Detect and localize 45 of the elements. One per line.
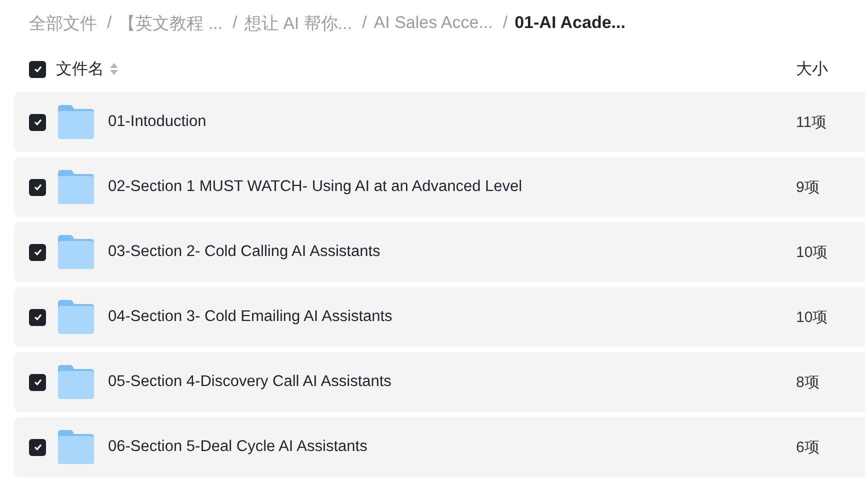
checkbox[interactable] xyxy=(29,60,46,78)
folder-name[interactable]: 03-Section 2- Cold Calling AI Assistants xyxy=(108,243,380,261)
breadcrumb-separator: / xyxy=(502,13,508,33)
breadcrumb-separator: / xyxy=(362,13,367,33)
breadcrumb-separator: / xyxy=(232,13,238,33)
checkbox[interactable] xyxy=(29,374,46,390)
item-count: 10项 xyxy=(796,242,829,262)
checkmark-icon xyxy=(32,377,42,387)
checkbox[interactable] xyxy=(29,308,46,326)
folder-icon xyxy=(58,365,94,399)
folder-name[interactable]: 01-Intoduction xyxy=(108,113,206,131)
item-count: 6项 xyxy=(796,438,820,456)
breadcrumb-link[interactable]: 01-AI Acade... xyxy=(514,13,626,33)
checkmark-icon xyxy=(32,117,42,127)
folder-row[interactable]: 04-Section 3- Cold Emailing AI Assistants 10项 xyxy=(14,287,865,347)
item-count: 10项 xyxy=(796,308,829,326)
folder-row[interactable]: 05-Section 4-Discovery Call AI Assistants 8项 xyxy=(14,352,865,412)
breadcrumb-separator: / xyxy=(107,13,112,33)
item-count: 9项 xyxy=(796,178,820,196)
checkbox[interactable] xyxy=(29,438,46,456)
checkmark-icon xyxy=(32,247,42,257)
folder-icon xyxy=(58,235,94,269)
item-count: 8项 xyxy=(796,372,820,392)
folder-row[interactable]: 06-Section 5-Deal Cycle AI Assistants 6项 xyxy=(14,417,865,477)
checkmark-icon xyxy=(32,442,42,452)
checkmark-icon xyxy=(32,64,42,74)
checkbox[interactable] xyxy=(29,244,46,260)
folder-row[interactable]: 02-Section 1 MUST WATCH- Using AI at an Advanced Level 9项 xyxy=(14,157,865,217)
checkmark-icon xyxy=(32,312,42,322)
folder-row[interactable]: 01-Intoduction 11项 xyxy=(14,92,865,152)
checkbox[interactable] xyxy=(29,178,46,196)
folder-icon xyxy=(58,300,94,334)
folder-icon xyxy=(58,105,94,139)
checkmark-icon xyxy=(32,182,42,192)
checkbox[interactable] xyxy=(29,114,46,130)
folder-icon xyxy=(58,430,94,464)
folder-name[interactable]: 02-Section 1 MUST WATCH- Using AI at an Advanced Level xyxy=(108,178,522,196)
column-header[interactable]: 文件名 xyxy=(56,58,104,80)
folder-row[interactable]: 03-Section 2- Cold Calling AI Assistants 10项 xyxy=(14,222,865,282)
folder-name[interactable]: 06-Section 5-Deal Cycle AI Assistants xyxy=(108,438,368,456)
folder-name[interactable]: 05-Section 4-Discovery Call AI Assistants xyxy=(108,373,392,391)
column-header[interactable]: 大小 xyxy=(796,58,865,80)
item-count: 11项 xyxy=(796,112,828,132)
folder-name[interactable]: 04-Section 3- Cold Emailing AI Assistants xyxy=(108,308,392,326)
folder-icon xyxy=(58,170,94,204)
